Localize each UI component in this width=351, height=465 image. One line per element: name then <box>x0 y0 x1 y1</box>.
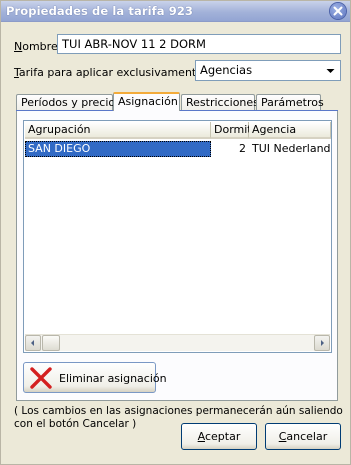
aceptar-button[interactable]: Aceptar <box>181 423 257 450</box>
cell-agencia[interactable]: TUI Nederland <box>249 141 331 157</box>
asignaciones-table[interactable]: Agrupación Dormit. Agencia SAN DIEGO 2 T… <box>23 120 332 353</box>
tab-parametros[interactable]: Parámetros <box>256 94 324 110</box>
tab-asignacion[interactable]: Asignación <box>113 92 180 111</box>
scroll-right-button[interactable] <box>314 335 330 351</box>
nombre-input[interactable]: TUI ABR-NOV 11 2 DORM <box>57 34 341 54</box>
tarifa-select[interactable]: Agencias <box>195 60 341 81</box>
cancelar-button[interactable]: Cancelar <box>265 423 341 450</box>
scroll-right-icon <box>321 340 324 346</box>
tab-restricciones[interactable]: Restricciones <box>181 94 259 110</box>
cell-agrupacion[interactable]: SAN DIEGO <box>25 141 211 157</box>
tarifa-properties-dialog: Propiedades de la tarifa 923 Nombre TUI … <box>0 0 351 465</box>
column-header-agencia[interactable]: Agencia <box>249 122 331 139</box>
close-icon <box>333 6 343 16</box>
table-row[interactable]: SAN DIEGO 2 TUI Nederland <box>25 141 331 157</box>
title-bar[interactable]: Propiedades de la tarifa 923 <box>1 1 350 22</box>
dropdown-arrow-icon[interactable] <box>322 62 339 79</box>
eliminar-asignacion-label: Eliminar asignación <box>59 372 167 385</box>
column-header-dormit[interactable]: Dormit. <box>211 122 255 139</box>
scroll-left-icon <box>31 340 34 346</box>
tab-periodos[interactable]: Períodos y precios <box>16 94 121 110</box>
close-button[interactable] <box>330 3 346 19</box>
tarifa-label: Tarifa para aplicar exclusivamente a <box>14 66 214 79</box>
eliminar-asignacion-button[interactable]: Eliminar asignación <box>23 362 167 393</box>
window-title: Propiedades de la tarifa 923 <box>6 4 194 18</box>
horizontal-scrollbar[interactable] <box>25 334 330 351</box>
cell-dormit[interactable]: 2 <box>211 141 249 157</box>
delete-x-icon <box>30 367 52 389</box>
scrollbar-thumb[interactable] <box>42 335 60 351</box>
nombre-label: Nombre <box>14 40 58 53</box>
tarifa-select-value: Agencias <box>200 63 253 77</box>
column-header-agrupacion[interactable]: Agrupación <box>25 122 211 139</box>
scroll-left-button[interactable] <box>25 335 41 351</box>
